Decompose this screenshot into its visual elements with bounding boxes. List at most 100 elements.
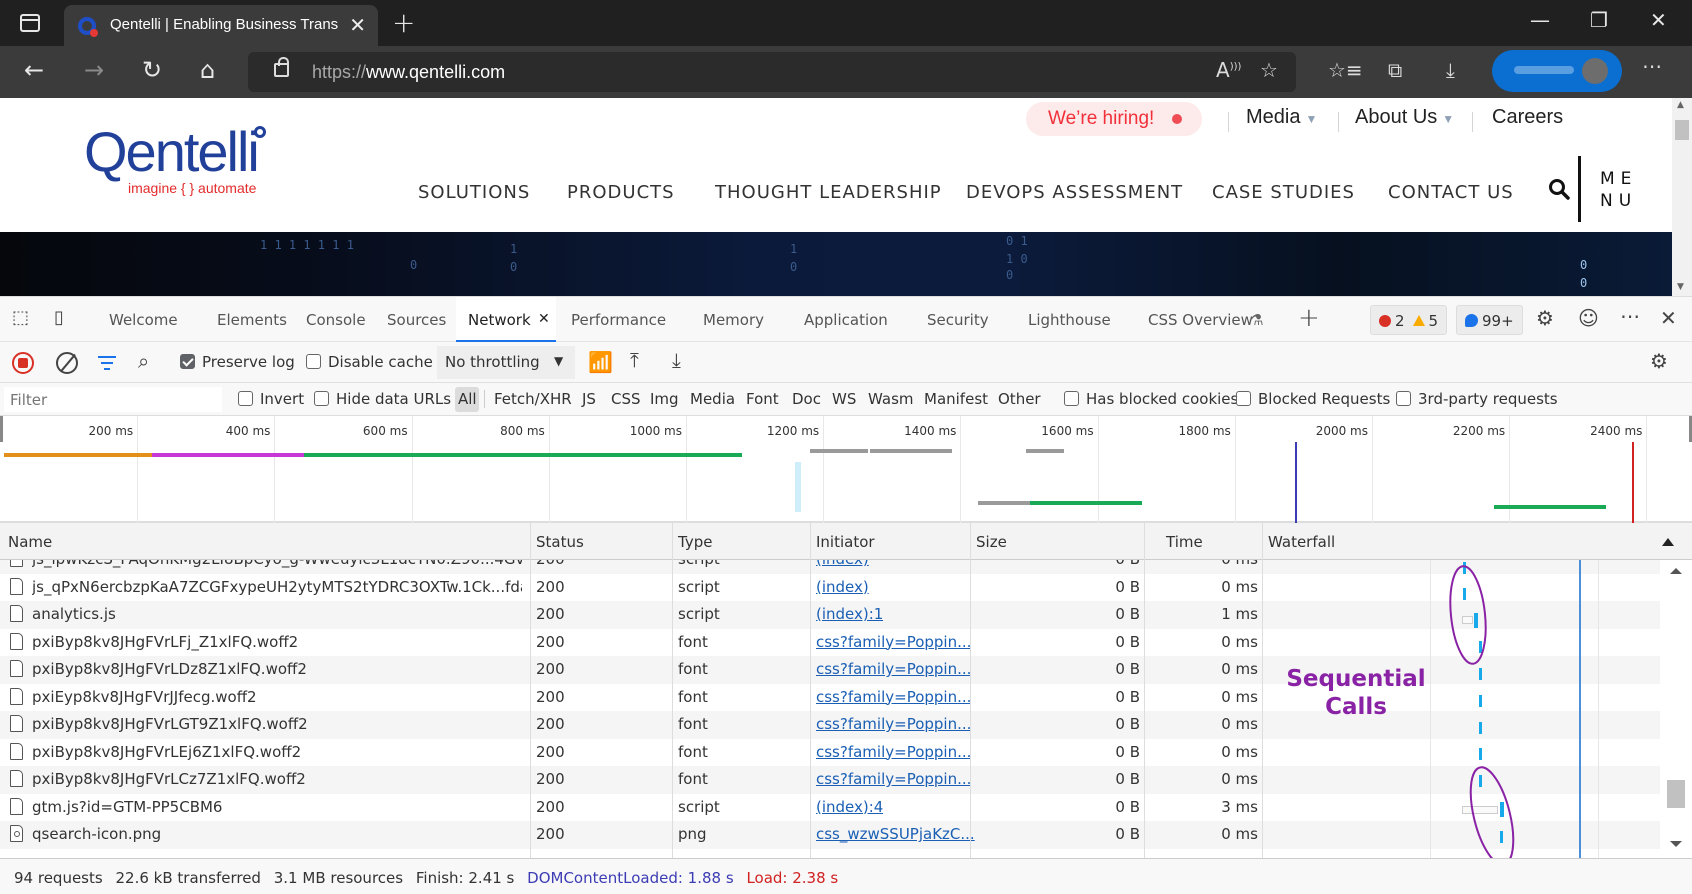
refresh-icon[interactable]: ↻ [142, 56, 162, 84]
hide-data-urls-checkbox[interactable]: Hide data URLs [314, 390, 451, 408]
checkbox-checked[interactable] [180, 354, 195, 369]
add-favorite-icon[interactable]: ☆ [1260, 58, 1278, 82]
disable-cache-checkbox[interactable]: Disable cache [306, 353, 433, 371]
request-name[interactable]: pxiByp8kv8JHgFVrLEj6Z1xlFQ.woff2 [32, 743, 522, 761]
checkbox[interactable] [238, 391, 253, 406]
nav-products[interactable]: PRODUCTS [567, 182, 675, 203]
network-overview-timeline[interactable]: 200 ms 400 ms 600 ms 800 ms 1000 ms 1200 ms 14… [0, 416, 1692, 523]
close-window-icon[interactable]: ✕ [1650, 8, 1667, 32]
issues-badge[interactable]: 25 [1370, 305, 1448, 335]
favorites-icon[interactable]: ☆≡ [1328, 58, 1363, 82]
forward-icon[interactable]: → [84, 56, 104, 84]
column-waterfall[interactable]: Waterfall [1268, 533, 1335, 551]
tab-welcome[interactable]: Welcome [109, 311, 178, 329]
column-type[interactable]: Type [678, 533, 712, 551]
overview-left-handle[interactable] [0, 416, 3, 442]
close-network-tab-icon[interactable]: ✕ [538, 311, 550, 327]
request-initiator-link[interactable]: css_wzwSSUPjaKzC... [816, 825, 975, 843]
column-size[interactable]: Size [976, 533, 1007, 551]
restore-icon[interactable]: ❐ [1590, 8, 1608, 32]
column-divider[interactable] [530, 523, 531, 858]
has-blocked-cookies-checkbox[interactable]: Has blocked cookies [1064, 390, 1238, 408]
table-row[interactable]: qsearch-icon.png 200 png css_wzwSSUPjaKzC..… [0, 821, 1660, 849]
messages-badge[interactable]: 99+ [1456, 305, 1523, 335]
filter-type-manifest[interactable]: Manifest [924, 390, 988, 408]
read-aloud-icon[interactable]: A))) [1216, 58, 1241, 82]
feedback-icon[interactable]: ☺ [1578, 306, 1599, 330]
back-icon[interactable]: ← [24, 56, 44, 84]
url-text[interactable]: https://www.qentelli.com [312, 62, 505, 83]
browser-tab[interactable]: Qentelli | Enabling Business Trans ✕ [64, 5, 378, 46]
more-icon[interactable]: ⋯ [1642, 54, 1662, 78]
checkbox[interactable] [1236, 391, 1251, 406]
table-row[interactable]: js_qPxN6ercbzpKaA7ZCGFxypeUH2ytyMTS2tYDR… [0, 573, 1660, 601]
column-divider[interactable] [810, 523, 811, 858]
profile-button[interactable] [1492, 50, 1622, 92]
column-divider[interactable] [1262, 523, 1263, 858]
column-divider[interactable] [970, 523, 971, 858]
table-scroll-thumb[interactable] [1667, 780, 1685, 808]
export-har-icon[interactable]: ⤓ [672, 348, 681, 372]
filter-type-all[interactable]: All [455, 387, 479, 412]
request-name[interactable]: pxiByp8kv8JHgFVrLDz8Z1xlFQ.woff2 [32, 660, 522, 678]
column-status[interactable]: Status [536, 533, 584, 551]
tab-actions-icon[interactable] [20, 14, 40, 32]
tab-application[interactable]: Application [804, 311, 888, 329]
menu-button[interactable]: ME NU [1600, 168, 1637, 212]
nav-media[interactable]: Media ▼ [1246, 106, 1317, 129]
hiring-badge[interactable]: We’re hiring! [1026, 102, 1202, 136]
filter-type-doc[interactable]: Doc [792, 390, 821, 408]
nav-careers[interactable]: Careers [1492, 106, 1563, 129]
more-tabs-plus-icon[interactable]: + [1298, 303, 1320, 333]
scroll-down-icon[interactable] [1670, 841, 1682, 847]
request-name[interactable]: pxiByp8kv8JHgFVrLFj_Z1xlFQ.woff2 [32, 633, 522, 651]
filter-icon[interactable] [98, 356, 116, 374]
nav-thought-leadership[interactable]: THOUGHT LEADERSHIP [715, 182, 942, 203]
scroll-down-icon[interactable]: ▼ [1677, 282, 1684, 292]
table-scrollbar[interactable] [1660, 560, 1692, 858]
scroll-up-icon[interactable]: ▲ [1677, 100, 1684, 110]
tab-security[interactable]: Security [927, 311, 989, 329]
table-row[interactable]: gtm.js?id=GTM-PP5CBM6 200 script (index):4 0… [0, 793, 1660, 821]
column-divider[interactable] [1144, 523, 1145, 858]
new-tab-icon[interactable]: + [392, 6, 415, 39]
nav-case-studies[interactable]: CASE STUDIES [1212, 182, 1355, 203]
table-row[interactable]: pxiByp8kv8JHgFVrLFj_Z1xlFQ.woff2 200 font c… [0, 628, 1660, 656]
tab-memory[interactable]: Memory [703, 311, 764, 329]
search-icon[interactable]: ⌕ [138, 349, 149, 373]
checkbox[interactable] [1064, 391, 1079, 406]
request-name[interactable]: js_ipwKzcS_PAqOhKMg2LI8BpCyo_g-Wweuyic3L… [32, 560, 522, 568]
filter-input[interactable] [4, 387, 222, 412]
nav-about-us[interactable]: About Us ▼ [1355, 106, 1454, 129]
request-name[interactable]: pxiByp8kv8JHgFVrLCz7Z1xlFQ.woff2 [32, 770, 522, 788]
record-icon[interactable] [12, 352, 34, 374]
nav-devops-assessment[interactable]: DEVOPS ASSESSMENT [966, 182, 1183, 203]
table-row[interactable]: pxiByp8kv8JHgFVrLEj6Z1xlFQ.woff2 200 font c… [0, 738, 1660, 766]
search-icon[interactable] [1548, 178, 1570, 200]
page-scroll-thumb[interactable] [1675, 120, 1689, 140]
request-initiator-link[interactable]: css?family=Poppin... [816, 770, 971, 788]
request-initiator-link[interactable]: (index) [816, 578, 869, 596]
tab-console[interactable]: Console [306, 311, 366, 329]
tab-sources[interactable]: Sources [387, 311, 446, 329]
filter-type-wasm[interactable]: Wasm [868, 390, 914, 408]
more-options-icon[interactable]: ⋯ [1620, 304, 1640, 328]
close-devtools-icon[interactable]: ✕ [1660, 306, 1677, 330]
table-row[interactable]: analytics.js 200 script (index):1 0 B 1 ms [0, 601, 1660, 629]
request-initiator-link[interactable]: (index):1 [816, 605, 883, 623]
sort-ascending-icon[interactable] [1662, 538, 1674, 546]
tab-performance[interactable]: Performance [571, 311, 666, 329]
checkbox[interactable] [1396, 391, 1411, 406]
column-time[interactable]: Time [1166, 533, 1203, 551]
request-initiator-link[interactable]: css?family=Poppin... [816, 633, 971, 651]
blocked-requests-checkbox[interactable]: Blocked Requests [1236, 390, 1390, 408]
tab-lighthouse[interactable]: Lighthouse [1028, 311, 1111, 329]
request-name[interactable]: analytics.js [32, 605, 522, 623]
downloads-icon[interactable]: ⤓ [1446, 58, 1455, 82]
filter-type-other[interactable]: Other [998, 390, 1041, 408]
request-initiator-link[interactable]: (index):4 [816, 798, 883, 816]
network-conditions-icon[interactable]: 📶 [588, 350, 613, 374]
request-initiator-link[interactable]: css?family=Poppin... [816, 743, 971, 761]
settings-gear-icon[interactable]: ⚙ [1536, 306, 1554, 330]
filter-type-ws[interactable]: WS [832, 390, 856, 408]
